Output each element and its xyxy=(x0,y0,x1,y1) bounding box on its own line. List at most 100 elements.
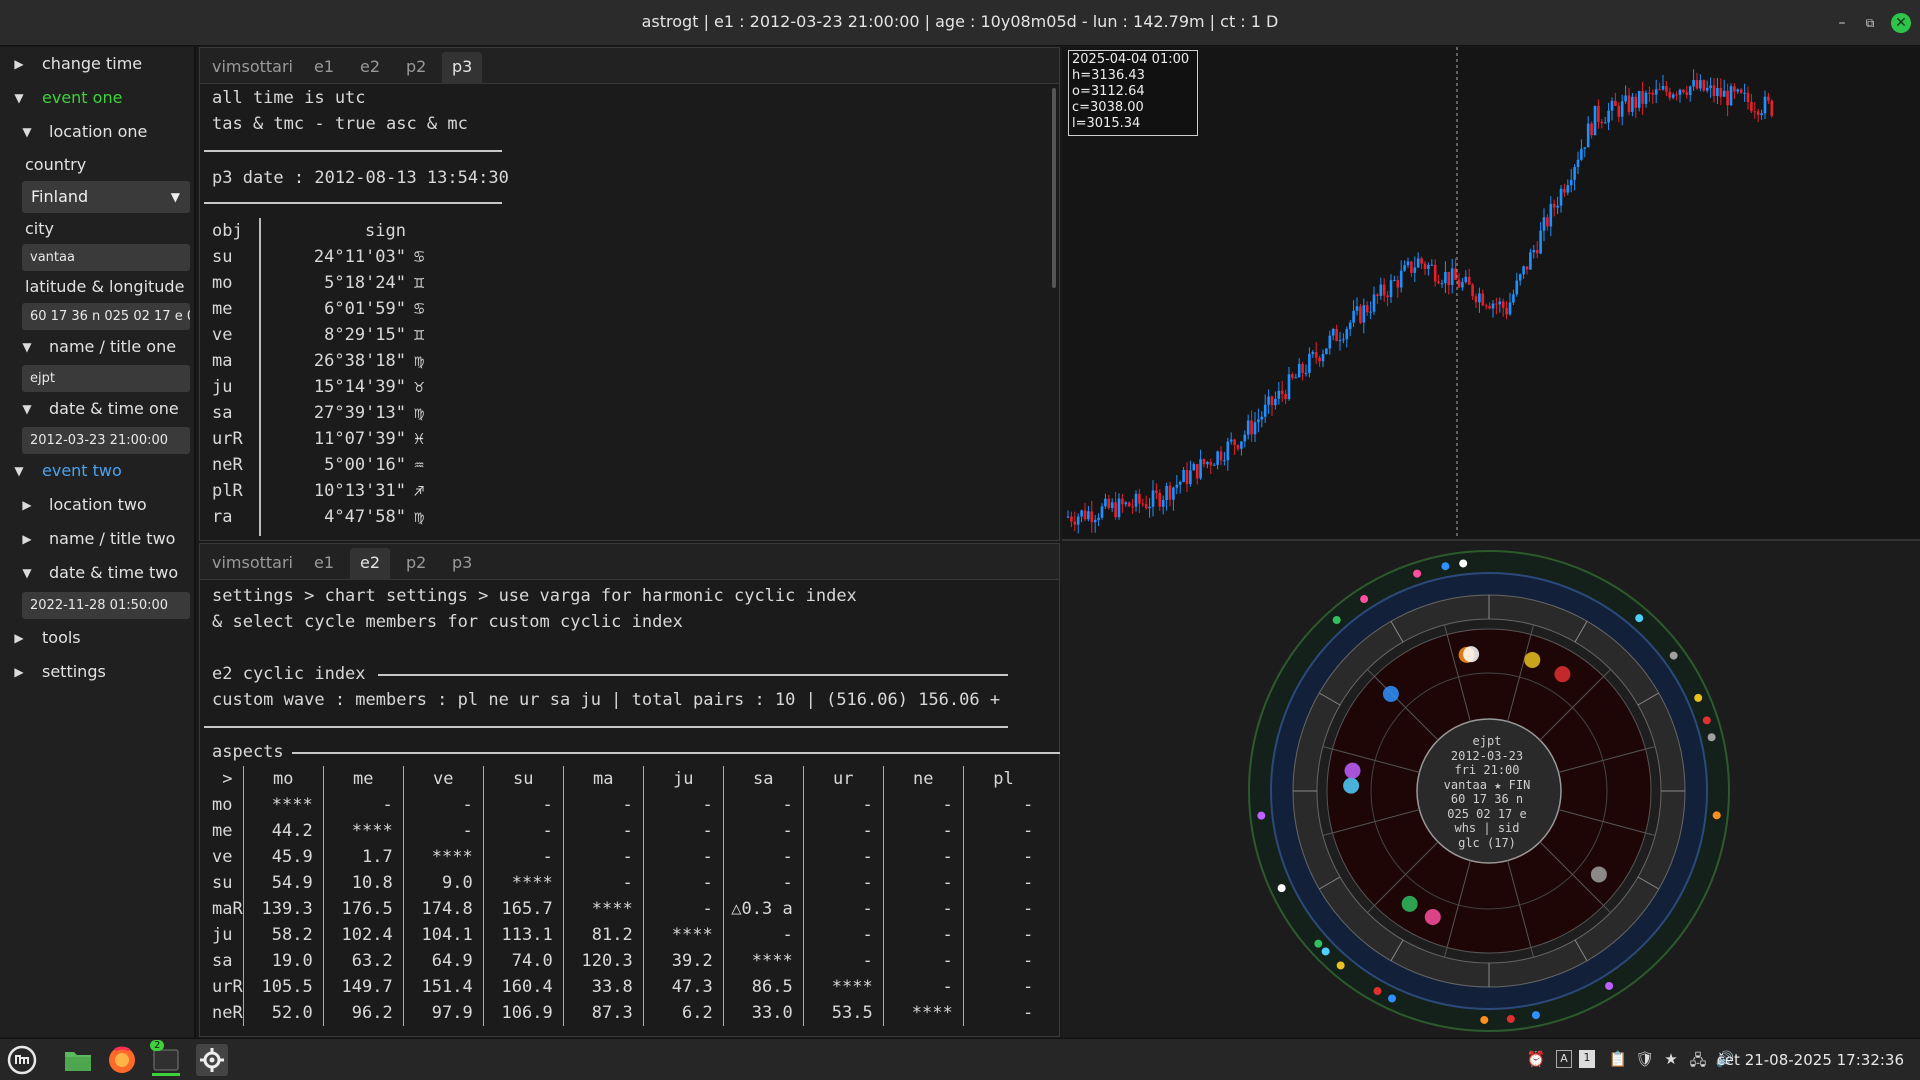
tab-p2[interactable]: p2 xyxy=(396,52,436,84)
latlong-input[interactable]: 60 17 36 n 025 02 17 e 0 xyxy=(22,303,190,330)
planet-glyph-marker xyxy=(1382,685,1399,702)
clipboard-icon[interactable]: 📋 xyxy=(1608,1050,1628,1068)
datetime-one-input[interactable]: 2012-03-23 21:00:00 xyxy=(22,427,190,454)
keyboard-layout-icon[interactable]: A xyxy=(1556,1050,1572,1068)
candle-down xyxy=(1437,281,1440,284)
maximize-button[interactable]: ⧉ xyxy=(1860,13,1880,33)
candle-down xyxy=(1396,280,1400,288)
city-input[interactable]: vantaa xyxy=(22,244,190,271)
tree-change-time[interactable]: ▶ change time xyxy=(0,49,196,79)
candle-up xyxy=(1688,86,1692,95)
tab-p3[interactable]: p3 xyxy=(442,52,483,84)
folder-icon[interactable] xyxy=(62,1044,94,1076)
close-button[interactable]: ✕ xyxy=(1891,13,1911,33)
obj-cell: sa xyxy=(212,403,233,423)
aspects-cell: 45.9 xyxy=(242,844,324,870)
candle-up xyxy=(1760,113,1763,116)
tab-e1[interactable]: e1 xyxy=(304,52,344,84)
aspects-cell: - xyxy=(802,870,884,896)
tree-name-two[interactable]: ▶ name / title two xyxy=(0,524,196,554)
network-icon[interactable]: 🖧 xyxy=(1688,1050,1708,1075)
tree-event-one[interactable]: ▼ event one xyxy=(0,83,196,113)
sign-row: urR 11°07'39" ♓ xyxy=(212,426,424,452)
degree-cell: 10°13'31" xyxy=(313,481,406,501)
candle-down xyxy=(1382,284,1386,296)
alarm-icon[interactable]: ⏰ xyxy=(1526,1050,1546,1068)
candle-up xyxy=(1260,416,1264,420)
candle-up xyxy=(1427,264,1430,269)
menu-icon[interactable] xyxy=(6,1044,38,1076)
tab-vimsottari[interactable]: vimsottari xyxy=(202,548,303,580)
tree-settings[interactable]: ▶ settings xyxy=(0,657,196,687)
tab-p2[interactable]: p2 xyxy=(396,548,436,580)
candle-up xyxy=(1100,506,1104,518)
sign-row: mo 5°18'24" ♊ xyxy=(212,270,424,296)
planet-glyph-marker xyxy=(1343,777,1360,794)
candle-up xyxy=(1478,293,1481,303)
aspects-cell: - xyxy=(962,948,1044,974)
minimize-button[interactable]: – xyxy=(1832,13,1852,33)
tree-name-one[interactable]: ▼ name / title one xyxy=(0,332,196,362)
name-one-input[interactable]: ejpt xyxy=(22,365,190,392)
firefox-icon[interactable] xyxy=(106,1044,138,1076)
candle-up xyxy=(1229,439,1233,442)
aspects-cell: 151.4 xyxy=(402,974,484,1000)
candle-down xyxy=(1365,305,1369,313)
candle-up xyxy=(1267,396,1270,405)
tab-e1[interactable]: e1 xyxy=(304,548,344,580)
shield-icon[interactable]: 🛡 xyxy=(1635,1050,1655,1068)
outer-planet-marker xyxy=(1413,569,1422,578)
aspects-cell: - xyxy=(642,896,724,922)
aspects-cell: 113.1 xyxy=(482,922,564,948)
price-chart[interactable]: 2025-04-04 01:00 h=3136.43 o=3112.64 c=3… xyxy=(1062,47,1920,541)
tree-datetime-two[interactable]: ▼ date & time two xyxy=(0,558,196,588)
candle-down xyxy=(1614,100,1617,106)
candle-down xyxy=(1073,521,1077,525)
tree-location-two[interactable]: ▶ location two xyxy=(0,490,196,520)
candle-down xyxy=(1484,305,1488,307)
datetime-two-input[interactable]: 2022-11-28 01:50:00 xyxy=(22,592,190,619)
candle-down xyxy=(1138,493,1141,504)
sign-row: ma 26°38'18" ♍ xyxy=(212,348,424,374)
terminal-icon[interactable]: 2 xyxy=(150,1040,182,1076)
candle-down xyxy=(1552,203,1556,208)
aspects-row: su 54.9 10.8 9.0 **** - - - - - - xyxy=(200,870,1044,896)
country-select[interactable]: Finland ▼ xyxy=(22,181,190,213)
tab-e2[interactable]: e2 xyxy=(350,548,391,580)
candle-up xyxy=(1498,301,1502,305)
candle-down xyxy=(1291,374,1294,378)
candle-up xyxy=(1331,328,1335,336)
tree-tools[interactable]: ▶ tools xyxy=(0,623,196,653)
astro-wheel-panel[interactable]: ejpt 2012-03-23 fri 21:00 vantaa ★ FIN 6… xyxy=(1062,543,1920,1037)
astrogt-app-icon[interactable] xyxy=(196,1044,228,1076)
aspects-cell: - xyxy=(642,844,724,870)
candle-up xyxy=(1243,434,1247,442)
clock[interactable]: čet 21-08-2025 17:32:36 xyxy=(1717,1051,1904,1069)
aspects-cell: **** xyxy=(322,818,404,844)
candle-up xyxy=(1226,441,1230,461)
center-line: 60 17 36 n xyxy=(1450,792,1524,806)
star-icon[interactable]: ★ xyxy=(1661,1050,1681,1068)
candle-up xyxy=(1355,306,1359,311)
scrollbar[interactable] xyxy=(1052,88,1056,288)
workspace-icon[interactable]: 1 xyxy=(1579,1050,1595,1068)
tree-event-two[interactable]: ▼ event two xyxy=(0,456,196,486)
tree-datetime-one[interactable]: ▼ date & time one xyxy=(0,394,196,424)
sign-glyph-cell: ♋ xyxy=(414,299,425,319)
tree-label: date & time two xyxy=(49,563,179,582)
tab-e2[interactable]: e2 xyxy=(350,52,390,84)
tree-location-one[interactable]: ▼ location one xyxy=(0,117,196,147)
candle-down xyxy=(1739,89,1743,93)
tooltip-open: o=3112.64 xyxy=(1072,84,1145,99)
candle-down xyxy=(1481,293,1485,306)
candle-down xyxy=(1563,188,1566,193)
obj-cell: urR xyxy=(212,429,243,449)
tree-label: location one xyxy=(49,122,148,141)
candle-up xyxy=(1729,86,1733,106)
tab-p3[interactable]: p3 xyxy=(442,548,482,580)
sign-glyph-cell: ♊ xyxy=(414,273,425,293)
aspects-cell: - xyxy=(882,948,964,974)
chevron-down-icon: ▼ xyxy=(14,91,24,105)
candle-up xyxy=(1576,159,1580,167)
tab-vimsottari[interactable]: vimsottari xyxy=(202,52,303,84)
